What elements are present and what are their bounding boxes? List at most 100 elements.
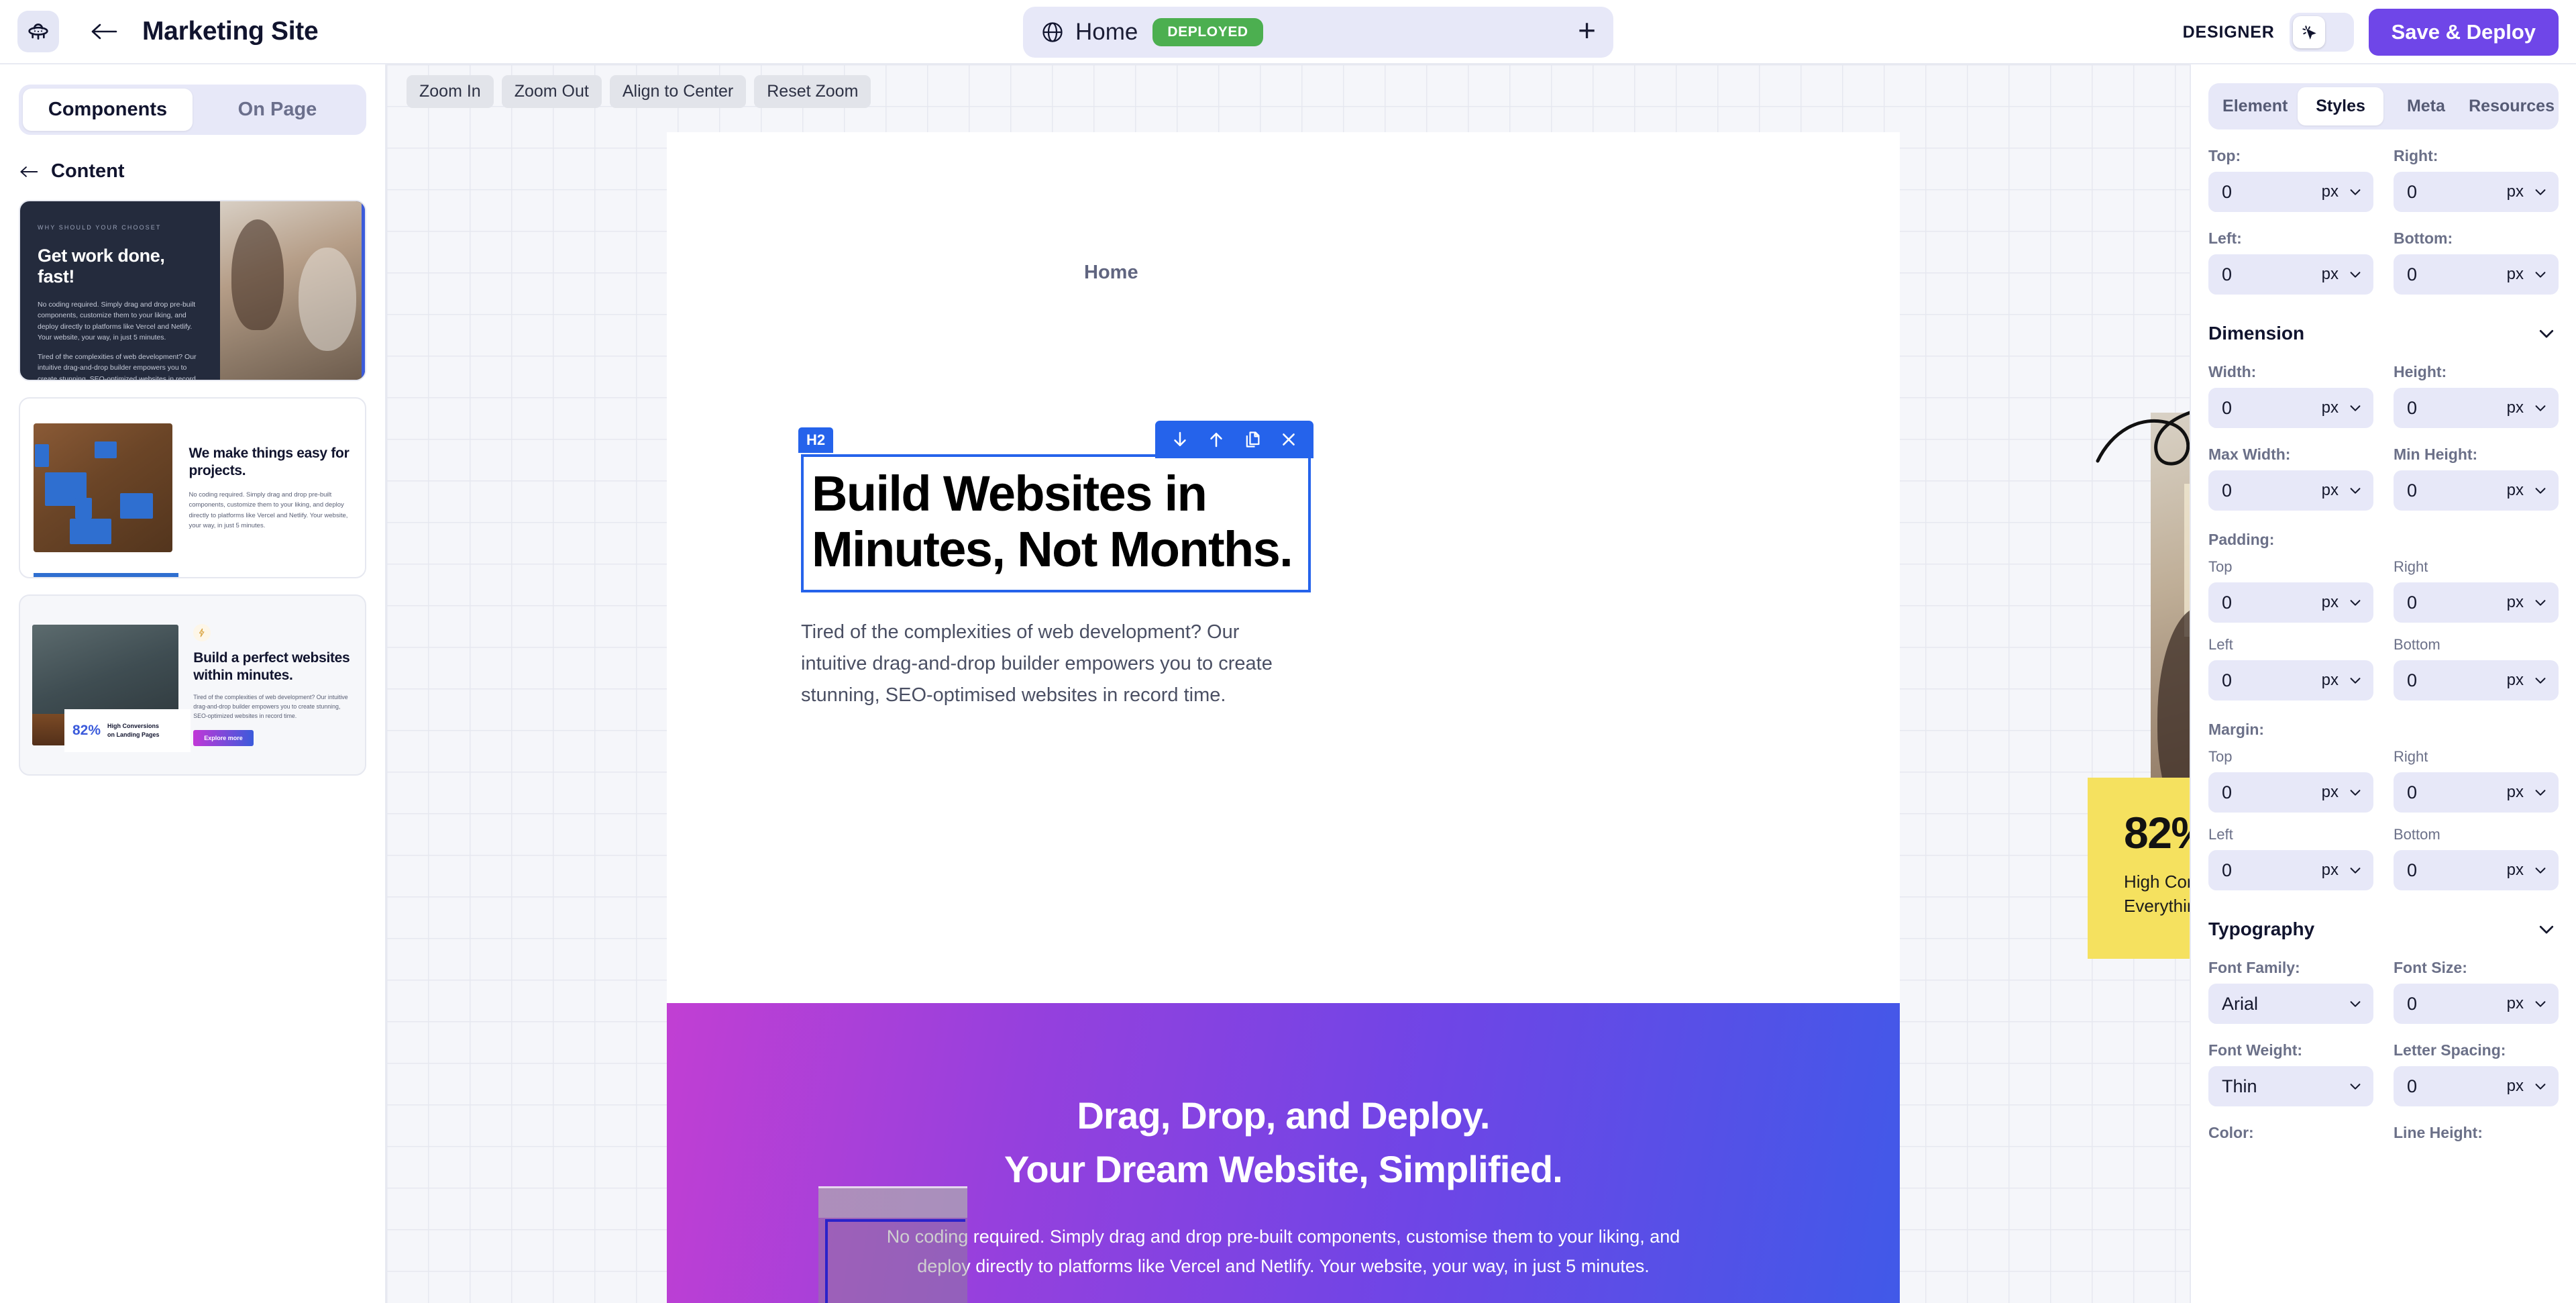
- field-left[interactable]: 0 px: [2208, 254, 2373, 295]
- chevron-down-icon[interactable]: [2533, 863, 2548, 878]
- field-margin-top[interactable]: 0 px: [2208, 772, 2373, 813]
- field-unit: px: [2321, 861, 2339, 879]
- card-image: [34, 423, 173, 552]
- chevron-down-icon[interactable]: [2348, 185, 2363, 199]
- field-min-height[interactable]: 0 px: [2394, 470, 2559, 511]
- component-card[interactable]: We make things easy for projects. No cod…: [19, 397, 366, 578]
- status-badge: DEPLOYED: [1152, 18, 1263, 46]
- field-padding-bottom[interactable]: 0 px: [2394, 660, 2559, 700]
- move-up-icon[interactable]: [1198, 425, 1234, 454]
- chevron-down-icon[interactable]: [2533, 595, 2548, 610]
- chevron-down-icon[interactable]: [2348, 483, 2363, 498]
- field-margin-bottom[interactable]: 0 px: [2394, 850, 2559, 890]
- chevron-down-icon[interactable]: [2533, 401, 2548, 415]
- align-to-center-button[interactable]: Align to Center: [609, 75, 747, 108]
- arrow-left-icon[interactable]: [19, 164, 39, 179]
- dimension-section-header[interactable]: Dimension: [2208, 321, 2559, 346]
- artboard[interactable]: 82% High Conversions Everything H2: [667, 132, 2190, 1303]
- reset-zoom-button[interactable]: Reset Zoom: [754, 75, 871, 108]
- field-value: 0: [2222, 181, 2233, 202]
- field-right[interactable]: 0 px: [2394, 172, 2559, 212]
- cta-paragraph: No coding required. Simply drag and drop…: [886, 1227, 1680, 1276]
- chevron-down-icon[interactable]: [2533, 996, 2548, 1011]
- card-text: We make things easy for projects. No cod…: [172, 445, 365, 531]
- tab-components[interactable]: Components: [23, 89, 193, 131]
- chevron-down-icon[interactable]: [2348, 863, 2363, 878]
- field-letter-spacing[interactable]: 0 px: [2394, 1066, 2559, 1106]
- field-height[interactable]: 0 px: [2394, 388, 2559, 428]
- duplicate-icon[interactable]: [1234, 425, 1271, 454]
- zoom-in-button[interactable]: Zoom In: [407, 75, 494, 108]
- component-card[interactable]: 82% High Conversions on Landing Pages Bu…: [19, 594, 366, 776]
- field-value: 0: [2222, 480, 2233, 501]
- component-card[interactable]: WHY SHOULD YOUR CHOOSET Get work done, f…: [19, 200, 366, 381]
- chevron-down-icon[interactable]: [2534, 321, 2559, 346]
- chevron-down-icon[interactable]: [2533, 1079, 2548, 1094]
- typography-section-header[interactable]: Typography: [2208, 917, 2559, 941]
- zoom-out-button[interactable]: Zoom Out: [501, 75, 602, 108]
- chevron-down-icon[interactable]: [2348, 996, 2363, 1011]
- hero-heading-text: Build Websites in Minutes, Not Months.: [812, 466, 1293, 577]
- field-font-size[interactable]: 0 px: [2394, 984, 2559, 1024]
- chevron-down-icon[interactable]: [2348, 673, 2363, 688]
- left-sidebar: Components On Page Content WHY SHOULD YO…: [0, 64, 386, 1303]
- field-label-letter-spacing: Letter Spacing:: [2394, 1041, 2506, 1059]
- tab-meta[interactable]: Meta: [2383, 87, 2469, 125]
- tab-element[interactable]: Element: [2212, 87, 2298, 125]
- chevron-down-icon[interactable]: [2348, 1079, 2363, 1094]
- chevron-down-icon[interactable]: [2533, 267, 2548, 282]
- field-label-padding-top: Top: [2208, 558, 2233, 575]
- field-padding-top[interactable]: 0 px: [2208, 582, 2373, 623]
- field-unit: px: [2506, 481, 2524, 499]
- main-area: Components On Page Content WHY SHOULD YO…: [0, 64, 2576, 1303]
- card-cta-button[interactable]: Explore more: [193, 729, 254, 746]
- field-unit: px: [2321, 265, 2339, 283]
- designer-mode-toggle[interactable]: [2289, 13, 2354, 52]
- move-down-icon[interactable]: [1162, 425, 1198, 454]
- chevron-down-icon[interactable]: [2533, 785, 2548, 800]
- field-margin-left[interactable]: 0 px: [2208, 850, 2373, 890]
- minimap-viewport-indicator[interactable]: [825, 1219, 965, 1303]
- field-width[interactable]: 0 px: [2208, 388, 2373, 428]
- close-icon[interactable]: [1271, 425, 1307, 454]
- chevron-down-icon[interactable]: [2533, 483, 2548, 498]
- chevron-down-icon[interactable]: [2348, 595, 2363, 610]
- add-page-button[interactable]: +: [1578, 15, 1596, 50]
- field-margin-right[interactable]: 0 px: [2394, 772, 2559, 813]
- field-value: 0: [2222, 859, 2233, 880]
- content-section-header: Content: [19, 160, 366, 183]
- chevron-down-icon[interactable]: [2348, 267, 2363, 282]
- field-padding-right[interactable]: 0 px: [2394, 582, 2559, 623]
- tab-styles[interactable]: Styles: [2298, 87, 2383, 125]
- design-canvas[interactable]: Zoom In Zoom Out Align to Center Reset Z…: [386, 64, 2190, 1303]
- chevron-down-icon[interactable]: [2348, 401, 2363, 415]
- canvas-minimap[interactable]: [818, 1186, 967, 1303]
- chevron-down-icon[interactable]: [2533, 185, 2548, 199]
- right-inspector-panel: Element Styles Meta Resources Top: 0 px …: [2190, 64, 2576, 1303]
- tab-on-page[interactable]: On Page: [193, 89, 362, 131]
- app-logo[interactable]: [17, 11, 59, 52]
- back-button[interactable]: [86, 13, 122, 50]
- mode-label: DESIGNER: [2182, 22, 2275, 42]
- field-font-weight[interactable]: Thin: [2208, 1066, 2373, 1106]
- field-unit: px: [2506, 399, 2524, 417]
- cta-heading-line-1: Drag, Drop, and Deploy.: [1077, 1094, 1490, 1137]
- chevron-down-icon[interactable]: [2533, 673, 2548, 688]
- padding-group-label: Padding:: [2208, 531, 2275, 548]
- tab-resources[interactable]: Resources: [2469, 87, 2555, 125]
- field-padding-left[interactable]: 0 px: [2208, 660, 2373, 700]
- stat-line-1: High Conversions: [107, 723, 160, 730]
- field-unit: px: [2506, 671, 2524, 689]
- selected-heading[interactable]: Build Websites in Minutes, Not Months.: [801, 454, 1311, 592]
- hero-paragraph[interactable]: Tired of the complexities of web develop…: [801, 617, 1281, 711]
- field-bottom[interactable]: 0 px: [2394, 254, 2559, 295]
- field-font-family[interactable]: Arial: [2208, 984, 2373, 1024]
- page-selector[interactable]: Home DEPLOYED +: [1023, 7, 1613, 58]
- field-top[interactable]: 0 px: [2208, 172, 2373, 212]
- save-and-deploy-button[interactable]: Save & Deploy: [2368, 9, 2559, 56]
- chevron-down-icon[interactable]: [2534, 917, 2559, 941]
- field-unit: px: [2506, 265, 2524, 283]
- chevron-down-icon[interactable]: [2348, 785, 2363, 800]
- field-unit: px: [2506, 183, 2524, 201]
- field-max-width[interactable]: 0 px: [2208, 470, 2373, 511]
